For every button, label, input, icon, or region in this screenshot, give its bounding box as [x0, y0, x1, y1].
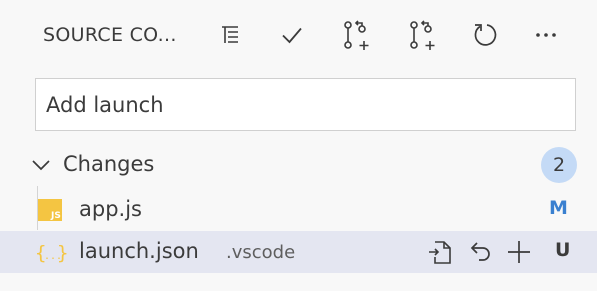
view-as-tree-icon [222, 26, 238, 43]
discard-changes-button[interactable] [466, 237, 496, 267]
view-as-tree-button[interactable] [212, 17, 248, 53]
create-pull-request-icon [410, 20, 435, 50]
source-control-panel: SOURCE CO... Add launch Changes 2 JS app… [0, 0, 597, 291]
create-pull-request-button-2[interactable] [404, 17, 440, 53]
json-file-icon: { ... } [35, 242, 67, 264]
commit-check-icon [282, 27, 302, 44]
svg-text:}: } [57, 242, 67, 264]
go-to-file-icon [429, 241, 451, 264]
file-row-launch-json[interactable]: { ... } launch.json .vscode U [0, 231, 597, 273]
changes-count-badge: 2 [541, 147, 577, 183]
more-actions-button[interactable] [528, 17, 564, 53]
svg-text:JS: JS [50, 211, 61, 221]
changes-group-label: Changes [63, 152, 155, 176]
refresh-button[interactable] [467, 17, 503, 53]
plus-icon [508, 241, 530, 263]
status-modified-badge: M [549, 197, 568, 219]
panel-title: SOURCE CO... [43, 24, 177, 46]
stage-changes-button[interactable] [504, 237, 534, 267]
file-name: app.js [79, 197, 142, 221]
chevron-down-icon [32, 160, 50, 171]
tree-indent-guide [37, 186, 38, 230]
file-name: launch.json [79, 239, 199, 263]
commit-button[interactable] [274, 17, 310, 53]
javascript-file-icon: JS [38, 199, 62, 221]
file-folder-description: .vscode [226, 242, 296, 263]
create-pull-request-icon [344, 20, 369, 50]
create-pull-request-button[interactable] [338, 17, 374, 53]
panel-header: SOURCE CO... [0, 0, 597, 72]
refresh-icon [474, 24, 497, 46]
open-file-button[interactable] [425, 237, 455, 267]
more-actions-icon [536, 33, 556, 37]
discard-icon [470, 242, 490, 261]
file-row-app-js[interactable]: JS app.js M [0, 189, 597, 231]
changes-group-header[interactable]: Changes 2 [0, 145, 597, 185]
commit-message-input[interactable] [35, 78, 576, 131]
status-untracked-badge: U [555, 239, 571, 261]
